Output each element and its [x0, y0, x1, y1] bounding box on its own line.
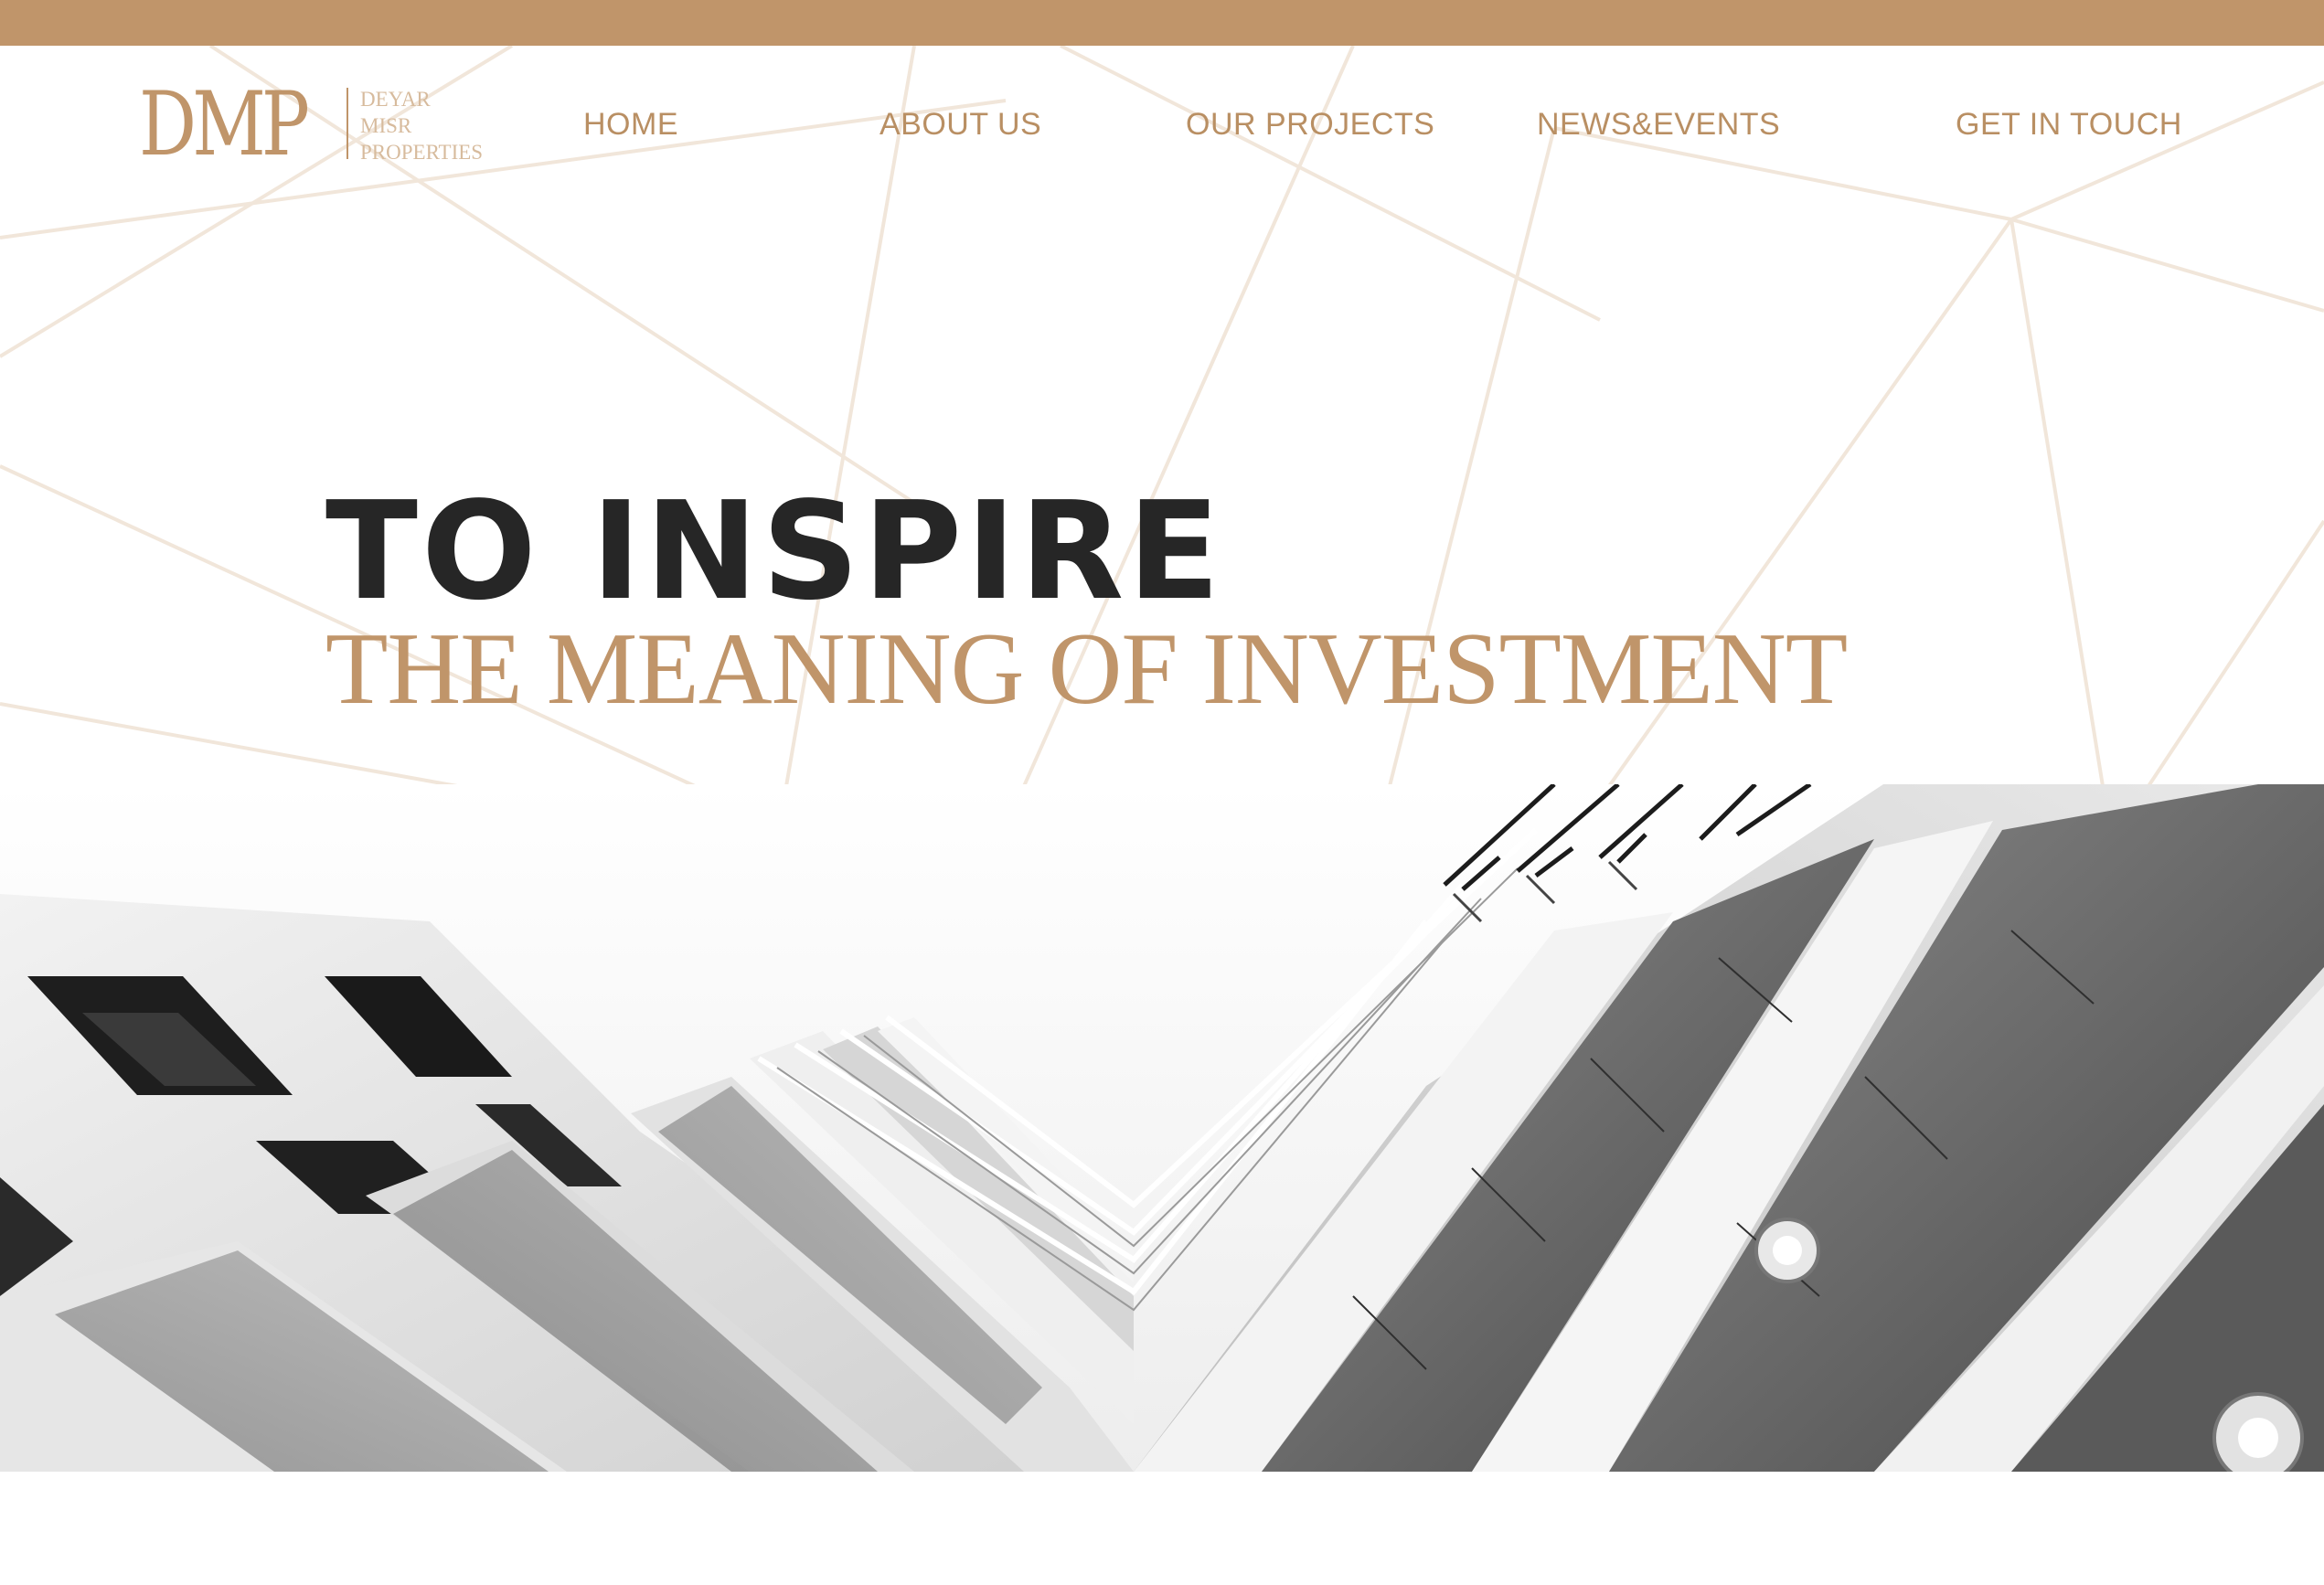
hero-building-image — [0, 784, 2324, 1472]
logo-divider — [346, 88, 348, 159]
logo-word: PROPERTIES — [360, 141, 484, 164]
logo-word: MISR — [360, 114, 412, 137]
nav-get-in-touch-link[interactable]: GET IN TOUCH — [1956, 104, 2182, 144]
hero-subtitle: THE MEANING OF INVESTMENT — [325, 612, 1848, 726]
page: DMP DEYAR MISR PROPERTIES HOME ABOUT US … — [0, 0, 2324, 1585]
logo-wordmark: DEYAR MISR PROPERTIES — [360, 86, 483, 165]
top-accent-bar — [0, 0, 2324, 46]
nav-about-link[interactable]: ABOUT US — [879, 104, 1041, 144]
nav-news-events-link[interactable]: NEWS&EVENTS — [1537, 104, 1780, 144]
nav-projects-link[interactable]: OUR PROJECTS — [1186, 104, 1434, 144]
logo-monogram: DMP — [139, 73, 310, 176]
logo-word: DEYAR — [360, 88, 431, 111]
brand-logo[interactable]: DMP DEYAR MISR PROPERTIES — [139, 73, 483, 176]
nav-home-link[interactable]: HOME — [583, 104, 678, 144]
hero-title: TO INSPIRE — [325, 473, 1224, 630]
